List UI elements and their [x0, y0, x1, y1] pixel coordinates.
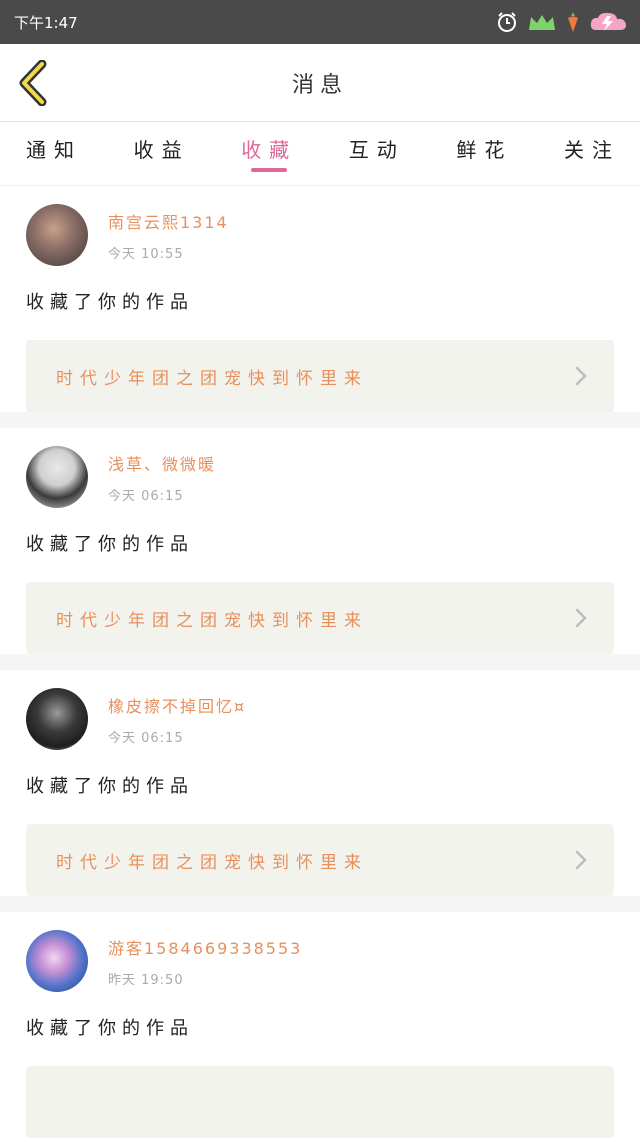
user-name[interactable]: 游客1584669338553 [108, 935, 302, 959]
work-title: 时代少年团之团宠快到怀里来 [56, 852, 368, 873]
avatar[interactable] [26, 204, 88, 266]
list-item: 浅草、微微暖 今天 06:15 收藏了你的作品 时代少年团之团宠快到怀里来 [0, 428, 640, 654]
chevron-left-icon [19, 60, 47, 106]
tab-income[interactable]: 收益 [134, 122, 190, 186]
active-tab-indicator [251, 168, 288, 172]
work-link[interactable] [26, 1066, 614, 1138]
back-button[interactable] [14, 60, 54, 106]
chevron-right-icon [575, 366, 587, 386]
item-header: 南宫云熙1314 今天 10:55 [26, 186, 614, 276]
carrot-icon [568, 12, 578, 32]
list-item: 南宫云熙1314 今天 10:55 收藏了你的作品 时代少年团之团宠快到怀里来 [0, 186, 640, 412]
tab-label: 关注 [563, 138, 620, 162]
item-header: 浅草、微微暖 今天 06:15 [26, 428, 614, 518]
tab-label: 鲜花 [456, 138, 513, 162]
work-title: 时代少年团之团宠快到怀里来 [56, 368, 368, 389]
timestamp: 今天 06:15 [108, 730, 184, 746]
work-link[interactable]: 时代少年团之团宠快到怀里来 [26, 340, 614, 412]
tab-label: 互动 [348, 138, 405, 162]
action-text: 收藏了你的作品 [26, 1018, 194, 1039]
status-bar: 下午1:47 [0, 0, 640, 44]
tab-interaction[interactable]: 互动 [349, 122, 405, 186]
tab-bar: 通知 收益 收藏 互动 鲜花 关注 [0, 122, 640, 186]
tab-label: 通知 [26, 138, 82, 162]
tab-label: 收益 [133, 138, 190, 162]
list-item: 橡皮擦不掉回忆¤ 今天 06:15 收藏了你的作品 时代少年团之团宠快到怀里来 [0, 670, 640, 896]
work-link[interactable]: 时代少年团之团宠快到怀里来 [26, 582, 614, 654]
user-info: 游客1584669338553 昨天 19:50 [108, 935, 302, 988]
chevron-right-icon [575, 608, 587, 628]
battery-charging-icon [590, 12, 626, 31]
action-text: 收藏了你的作品 [26, 534, 194, 555]
avatar[interactable] [26, 446, 88, 508]
user-name[interactable]: 浅草、微微暖 [108, 451, 216, 475]
timestamp: 昨天 19:50 [108, 972, 184, 988]
status-icons [496, 10, 628, 34]
avatar[interactable] [26, 688, 88, 750]
item-header: 橡皮擦不掉回忆¤ 今天 06:15 [26, 670, 614, 760]
list-item: 游客1584669338553 昨天 19:50 收藏了你的作品 [0, 912, 640, 1138]
page-title: 消息 [291, 72, 348, 98]
crown-icon [529, 15, 555, 30]
work-title: 时代少年团之团宠快到怀里来 [56, 610, 368, 631]
action-text: 收藏了你的作品 [26, 292, 194, 313]
chevron-right-icon [575, 850, 587, 870]
message-list: 南宫云熙1314 今天 10:55 收藏了你的作品 时代少年团之团宠快到怀里来 … [0, 186, 640, 1138]
user-name[interactable]: 南宫云熙1314 [108, 209, 229, 233]
user-info: 南宫云熙1314 今天 10:55 [108, 209, 229, 262]
tab-flowers[interactable]: 鲜花 [456, 122, 512, 186]
status-time: 下午1:47 [14, 13, 78, 32]
avatar[interactable] [26, 930, 88, 992]
nav-bar: 消息 [0, 44, 640, 122]
user-info: 浅草、微微暖 今天 06:15 [108, 451, 216, 504]
user-info: 橡皮擦不掉回忆¤ 今天 06:15 [108, 693, 246, 746]
tab-follow[interactable]: 关注 [564, 122, 620, 186]
timestamp: 今天 06:15 [108, 488, 184, 504]
alarm-icon [498, 12, 516, 32]
tab-notice[interactable]: 通知 [26, 122, 82, 186]
timestamp: 今天 10:55 [108, 246, 184, 262]
tab-favorites[interactable]: 收藏 [241, 122, 297, 186]
item-header: 游客1584669338553 昨天 19:50 [26, 912, 614, 1002]
action-text: 收藏了你的作品 [26, 776, 194, 797]
user-name[interactable]: 橡皮擦不掉回忆¤ [108, 693, 246, 717]
tab-label: 收藏 [241, 138, 298, 162]
work-link[interactable]: 时代少年团之团宠快到怀里来 [26, 824, 614, 896]
